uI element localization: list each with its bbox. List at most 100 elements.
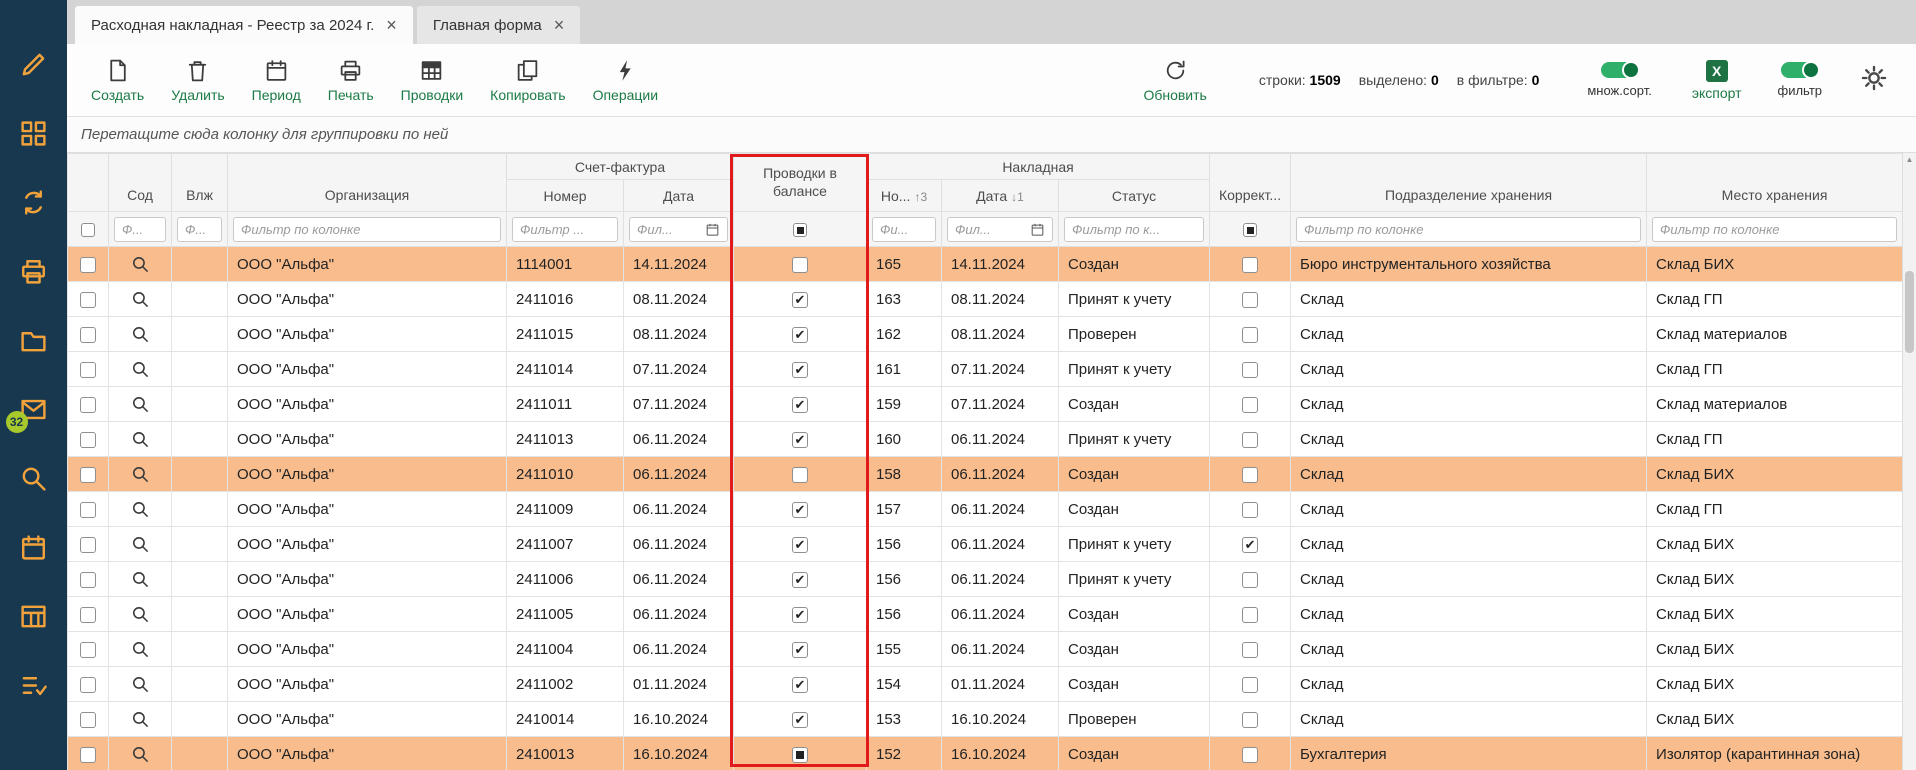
invoice-number-cell[interactable]: 2411016 xyxy=(507,282,624,317)
waybill-date-cell[interactable]: 06.11.2024 xyxy=(942,422,1059,457)
row-checkbox[interactable] xyxy=(80,327,96,343)
invoice-date-cell[interactable]: 16.10.2024 xyxy=(624,702,734,737)
settings-button[interactable] xyxy=(1860,64,1888,97)
invoice-date-cell[interactable]: 16.10.2024 xyxy=(624,737,734,770)
row-checkbox[interactable] xyxy=(80,467,96,483)
waybill-number-cell[interactable]: 158 xyxy=(867,457,942,492)
organization-cell[interactable]: ООО "Альфа" xyxy=(228,457,507,492)
invoice-date-cell[interactable]: 01.11.2024 xyxy=(624,667,734,702)
waybill-number-cell[interactable]: 163 xyxy=(867,282,942,317)
export-excel-button[interactable]: X экспорт xyxy=(1692,60,1742,101)
posted-checkbox[interactable] xyxy=(792,642,808,658)
col-header-org[interactable]: Организация xyxy=(228,154,507,212)
row-checkbox[interactable] xyxy=(80,257,96,273)
posted-checkbox[interactable] xyxy=(792,432,808,448)
row-checkbox[interactable] xyxy=(80,572,96,588)
correction-checkbox[interactable] xyxy=(1242,397,1258,413)
organization-cell[interactable]: ООО "Альфа" xyxy=(228,282,507,317)
sidebar-item-sync[interactable] xyxy=(18,186,50,218)
correction-checkbox[interactable] xyxy=(1242,467,1258,483)
invoice-date-cell[interactable]: 06.11.2024 xyxy=(624,527,734,562)
invoice-date-cell[interactable]: 14.11.2024 xyxy=(624,247,734,282)
waybill-number-cell[interactable]: 157 xyxy=(867,492,942,527)
invoice-date-cell[interactable]: 06.11.2024 xyxy=(624,632,734,667)
sidebar-item-board[interactable] xyxy=(18,600,50,632)
storage-place-cell[interactable]: Склад БИХ xyxy=(1647,457,1903,492)
storage-place-cell[interactable]: Склад БИХ xyxy=(1647,562,1903,597)
row-open-cell[interactable] xyxy=(109,422,172,457)
department-cell[interactable]: Склад xyxy=(1291,562,1647,597)
table-row[interactable]: ООО "Альфа" 2411013 06.11.2024 160 06.11… xyxy=(68,422,1903,457)
col-header-correction[interactable]: Коррект... xyxy=(1210,154,1291,212)
table-row[interactable]: ООО "Альфа" 2411007 06.11.2024 156 06.11… xyxy=(68,527,1903,562)
multisort-toggle[interactable]: множ.сорт. xyxy=(1587,62,1651,98)
waybill-date-cell[interactable]: 06.11.2024 xyxy=(942,632,1059,667)
invoice-number-cell[interactable]: 2411010 xyxy=(507,457,624,492)
waybill-number-cell[interactable]: 156 xyxy=(867,562,942,597)
department-cell[interactable]: Склад xyxy=(1291,632,1647,667)
correction-checkbox[interactable] xyxy=(1242,537,1258,553)
tab-main-form[interactable]: Главная форма × xyxy=(417,6,580,44)
invoice-date-cell[interactable]: 07.11.2024 xyxy=(624,387,734,422)
department-filter-input[interactable]: Фильтр по колонке xyxy=(1296,217,1641,242)
posted-checkbox[interactable] xyxy=(792,572,808,588)
waybill-number-cell[interactable]: 160 xyxy=(867,422,942,457)
invoice-date-filter-input[interactable]: Фил... xyxy=(629,217,728,242)
row-open-cell[interactable] xyxy=(109,562,172,597)
department-cell[interactable]: Бухгалтерия xyxy=(1291,737,1647,770)
filter-toggle[interactable]: фильтр xyxy=(1778,62,1822,98)
row-open-cell[interactable] xyxy=(109,632,172,667)
waybill-date-cell[interactable]: 01.11.2024 xyxy=(942,667,1059,702)
status-cell[interactable]: Принят к учету xyxy=(1059,352,1210,387)
scrollbar-thumb[interactable] xyxy=(1905,271,1914,353)
invoice-date-cell[interactable]: 08.11.2024 xyxy=(624,282,734,317)
row-checkbox[interactable] xyxy=(80,607,96,623)
invoice-number-cell[interactable]: 2410013 xyxy=(507,737,624,770)
waybill-date-cell[interactable]: 16.10.2024 xyxy=(942,737,1059,770)
organization-cell[interactable]: ООО "Альфа" xyxy=(228,737,507,770)
department-cell[interactable]: Склад xyxy=(1291,282,1647,317)
close-icon[interactable]: × xyxy=(386,16,397,34)
department-cell[interactable]: Склад xyxy=(1291,667,1647,702)
correction-checkbox[interactable] xyxy=(1242,712,1258,728)
sidebar-item-mail[interactable]: 32 xyxy=(18,393,50,425)
waybill-date-cell[interactable]: 08.11.2024 xyxy=(942,282,1059,317)
table-row[interactable]: ООО "Альфа" 2411016 08.11.2024 163 08.11… xyxy=(68,282,1903,317)
invoice-date-cell[interactable]: 06.11.2024 xyxy=(624,492,734,527)
posted-checkbox[interactable] xyxy=(792,677,808,693)
period-button[interactable]: Период xyxy=(252,58,301,103)
organization-cell[interactable]: ООО "Альфа" xyxy=(228,492,507,527)
status-cell[interactable]: Создан xyxy=(1059,247,1210,282)
invoice-number-cell[interactable]: 2411004 xyxy=(507,632,624,667)
posted-checkbox[interactable] xyxy=(792,607,808,623)
status-filter-input[interactable]: Фильтр по к... xyxy=(1064,217,1204,242)
storage-place-cell[interactable]: Склад БИХ xyxy=(1647,597,1903,632)
table-row[interactable]: ООО "Альфа" 2411005 06.11.2024 156 06.11… xyxy=(68,597,1903,632)
sidebar-item-print[interactable] xyxy=(18,255,50,287)
waybill-date-cell[interactable]: 06.11.2024 xyxy=(942,457,1059,492)
invoice-date-cell[interactable]: 06.11.2024 xyxy=(624,422,734,457)
row-open-cell[interactable] xyxy=(109,282,172,317)
status-cell[interactable]: Принят к учету xyxy=(1059,562,1210,597)
invoice-date-cell[interactable]: 08.11.2024 xyxy=(624,317,734,352)
calendar-icon[interactable] xyxy=(705,222,720,237)
table-row[interactable]: ООО "Альфа" 1114001 14.11.2024 165 14.11… xyxy=(68,247,1903,282)
correction-checkbox[interactable] xyxy=(1242,677,1258,693)
sidebar-item-modules[interactable] xyxy=(18,117,50,149)
refresh-button[interactable]: Обновить xyxy=(1143,58,1206,103)
scroll-up-icon[interactable]: ▲ xyxy=(1903,155,1916,164)
storage-place-cell[interactable]: Склад ГП xyxy=(1647,352,1903,387)
storage-place-cell[interactable]: Изолятор (карантинная зона) xyxy=(1647,737,1903,770)
posted-filter-checkbox[interactable] xyxy=(793,223,807,237)
correction-checkbox[interactable] xyxy=(1242,572,1258,588)
sidebar-item-folder[interactable] xyxy=(18,324,50,356)
correction-checkbox[interactable] xyxy=(1242,432,1258,448)
sod-filter-input[interactable]: Ф... xyxy=(114,217,166,242)
waybill-date-cell[interactable]: 14.11.2024 xyxy=(942,247,1059,282)
col-header-vlj[interactable]: Влж xyxy=(172,154,228,212)
waybill-number-cell[interactable]: 159 xyxy=(867,387,942,422)
sidebar-item-calendar[interactable] xyxy=(18,531,50,563)
calendar-icon[interactable] xyxy=(1030,222,1045,237)
col-header-invoice-date[interactable]: Дата xyxy=(624,180,734,212)
status-cell[interactable]: Принят к учету xyxy=(1059,527,1210,562)
